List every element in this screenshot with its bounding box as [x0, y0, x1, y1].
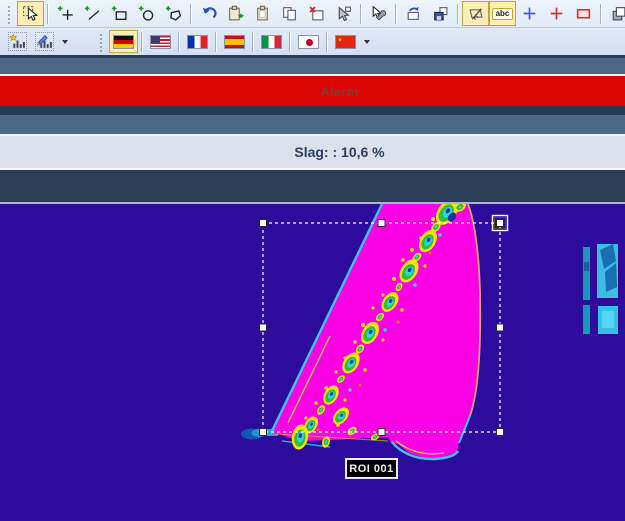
language-grip[interactable]	[98, 32, 104, 52]
add-polygon-tool-button[interactable]	[160, 1, 187, 26]
add-polygon-icon	[165, 5, 182, 22]
delete-icon	[308, 5, 325, 22]
slag-status-label: Slag: : 10,6 %	[294, 144, 384, 160]
separator	[289, 32, 291, 52]
add-cross-red-button[interactable]	[543, 1, 570, 26]
paste-special-button[interactable]	[222, 1, 249, 26]
add-point-icon	[57, 5, 74, 22]
language-french-button[interactable]	[183, 30, 212, 53]
usa-flag-icon	[150, 35, 171, 49]
toggle-fill-button[interactable]	[462, 1, 489, 26]
clipboard-icon	[254, 5, 271, 22]
separator	[600, 4, 602, 24]
thermal-image-view[interactable]: ROI 001	[0, 204, 625, 521]
china-flag-icon	[335, 35, 356, 49]
separator	[360, 4, 362, 24]
delete-button[interactable]	[303, 1, 330, 26]
alarm-label: Alarm	[320, 84, 358, 99]
blue-cross-icon	[521, 5, 538, 22]
copy-icon	[281, 5, 298, 22]
separator	[395, 4, 397, 24]
add-point-tool-button[interactable]	[52, 1, 79, 26]
separator	[215, 32, 217, 52]
language-english-us-button[interactable]	[146, 30, 175, 53]
select-tool-button[interactable]	[17, 1, 44, 26]
red-rect-icon	[575, 5, 592, 22]
separator	[326, 32, 328, 52]
edit-analysis-button[interactable]	[31, 29, 58, 54]
language-spanish-button[interactable]	[220, 30, 249, 53]
roi-name-tag[interactable]: ROI 001	[345, 458, 398, 479]
chart-pencil-icon	[35, 32, 54, 51]
separator	[190, 4, 192, 24]
italy-flag-icon	[261, 35, 282, 49]
cursor-wrench-icon	[370, 5, 387, 22]
bring-to-front-icon	[610, 5, 625, 22]
select-cursor-icon	[22, 5, 39, 22]
clipboard-arrow-icon	[227, 5, 244, 22]
toolbar-area: abc	[0, 0, 625, 55]
language-japanese-button[interactable]	[294, 30, 323, 53]
analysis-overflow-chevron-icon[interactable]	[62, 40, 68, 44]
separator	[252, 32, 254, 52]
slag-detection-window: abc	[0, 0, 625, 521]
separator	[141, 32, 143, 52]
add-cross-blue-button[interactable]	[516, 1, 543, 26]
language-toolbar	[0, 28, 625, 55]
pick-object-button[interactable]	[330, 1, 357, 26]
separator	[47, 4, 49, 24]
add-line-tool-button[interactable]	[79, 1, 106, 26]
divider-bar	[0, 106, 625, 115]
toolbar-grip[interactable]	[6, 4, 12, 24]
chart-star-icon	[8, 32, 27, 51]
new-analysis-button[interactable]	[4, 29, 31, 54]
copy-button[interactable]	[276, 1, 303, 26]
bring-to-front-button[interactable]	[605, 1, 625, 26]
add-rect-icon	[111, 5, 128, 22]
main-toolbar: abc	[0, 0, 625, 28]
language-overflow-chevron-icon[interactable]	[364, 40, 370, 44]
side-hot-objects	[583, 244, 618, 334]
germany-flag-icon	[113, 35, 134, 49]
undo-button[interactable]	[195, 1, 222, 26]
japan-flag-icon	[298, 35, 319, 49]
separator	[457, 4, 459, 24]
rotate-view-button[interactable]	[400, 1, 427, 26]
rotate-icon	[405, 5, 422, 22]
language-german-button[interactable]	[109, 30, 138, 53]
save-view-button[interactable]	[427, 1, 454, 26]
red-cross-icon	[548, 5, 565, 22]
france-flag-icon	[187, 35, 208, 49]
add-rect-tool-button[interactable]	[106, 1, 133, 26]
add-ellipse-icon	[138, 5, 155, 22]
separator	[178, 32, 180, 52]
toggle-labels-button[interactable]: abc	[489, 1, 516, 26]
panel-header-bar	[0, 58, 625, 74]
no-fill-shape-icon	[467, 5, 484, 22]
alarm-banner: Alarm	[0, 76, 625, 106]
undo-arrow-icon	[200, 5, 217, 22]
divider-bar	[0, 170, 625, 202]
slag-status-bar: Slag: : 10,6 %	[0, 136, 625, 168]
save-icon	[432, 5, 449, 22]
add-marker-rect-button[interactable]	[570, 1, 597, 26]
roi-name-text: ROI 001	[349, 463, 393, 475]
add-ellipse-tool-button[interactable]	[133, 1, 160, 26]
spain-flag-icon	[224, 35, 245, 49]
add-line-icon	[84, 5, 101, 22]
panel-header-bar	[0, 115, 625, 134]
abc-label-icon: abc	[492, 8, 514, 20]
object-properties-button[interactable]	[365, 1, 392, 26]
language-italian-button[interactable]	[257, 30, 286, 53]
thermal-image	[0, 204, 625, 521]
paste-button[interactable]	[249, 1, 276, 26]
pick-cursor-icon	[335, 5, 352, 22]
language-chinese-button[interactable]	[331, 30, 360, 53]
